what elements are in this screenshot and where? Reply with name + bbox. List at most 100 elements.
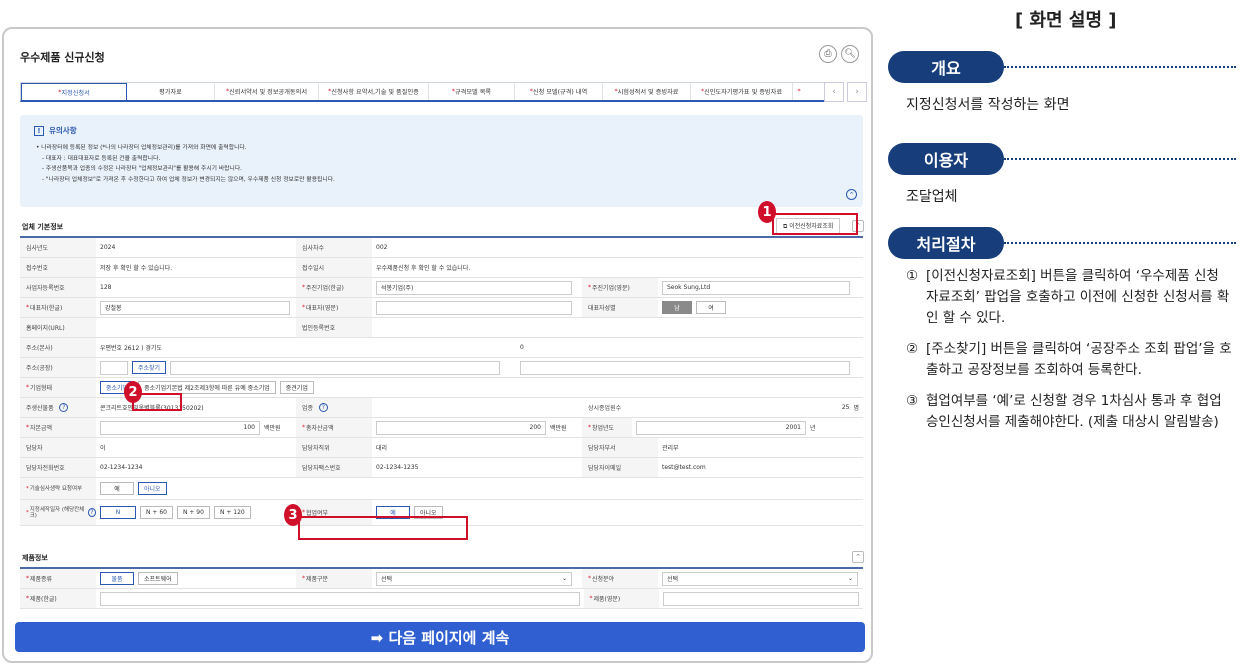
category-select[interactable]: 선택 ⌄: [376, 571, 572, 586]
category-value: 선택: [381, 576, 393, 583]
tab-label: 신뢰서약서 및 정보공개동의서: [229, 89, 308, 96]
help-icon[interactable]: ?: [87, 508, 96, 517]
required-mark: *: [589, 595, 593, 602]
help-icon[interactable]: ?: [59, 403, 69, 412]
user-text: 조달업체: [906, 189, 958, 205]
tab-model-list[interactable]: * 규격모델 목록: [429, 83, 515, 100]
year-label: 심사년도: [20, 238, 96, 257]
manager-fax-label: 담당자팩스번호: [296, 458, 372, 477]
tab-evaluation[interactable]: 평가자료: [127, 83, 215, 100]
homepage-value: [96, 318, 296, 337]
label-text: 주생산물품: [26, 405, 54, 412]
collapse-product-icon[interactable]: ⌃: [852, 551, 864, 563]
required-mark: *: [588, 424, 591, 431]
tech-review-label: * 기술심사생략 요청여부: [20, 478, 96, 499]
tab-application[interactable]: * 지정신청서: [21, 83, 127, 100]
manager-phone-label: 담당자전화번호: [20, 458, 96, 477]
callout-box-1: [772, 213, 858, 235]
addr-factory-label: 주소(공장): [20, 358, 96, 377]
addr-hq-value: 우편번호 2612 ) 경기도: [100, 345, 162, 352]
required-mark: *: [26, 384, 29, 391]
table-row: 주소(공장) 주소찾기: [20, 358, 863, 378]
tab-label: 신인도자기평가표 및 증빙자료: [704, 89, 783, 96]
tab-overflow[interactable]: *: [793, 83, 805, 100]
label-text: 업종: [302, 405, 314, 412]
category-label: * 제품구분: [296, 569, 372, 588]
founded-field[interactable]: 2001: [636, 420, 806, 435]
required-mark: *: [26, 595, 29, 602]
table-row: * 기술심사생략 요청여부 예 아니오: [20, 478, 863, 500]
designation-120-button[interactable]: N + 120: [213, 506, 251, 519]
tech-review-yes-button[interactable]: 예: [100, 482, 134, 495]
designation-60-button[interactable]: N + 60: [140, 506, 173, 519]
help-icon[interactable]: ?: [318, 403, 328, 412]
field-value: 선택: [667, 576, 679, 583]
main-product-value: 콘크리트호안및옹벽블록(3013150202): [100, 405, 204, 412]
type-medium-button[interactable]: 중견기업: [279, 381, 314, 394]
label-text: 기술심사생략 요청여부: [29, 485, 83, 492]
tab-label: 신청 모델(규격) 내역: [532, 89, 588, 96]
chevron-down-icon: ⌄: [561, 575, 567, 582]
search-icon[interactable]: 🔍︎: [841, 45, 859, 63]
receipt-date-label: 접수일시: [296, 258, 372, 277]
main-co-ko-field[interactable]: 석봉기업(주): [376, 280, 572, 295]
addr-factory-field[interactable]: [170, 360, 501, 375]
table-row: * 제품(한글) * 제품(영문): [20, 589, 863, 609]
print-icon[interactable]: ⎙: [819, 45, 837, 63]
chevron-down-icon: ⌄: [847, 575, 853, 582]
type-software-button[interactable]: 소프트웨어: [138, 572, 178, 585]
notice-box: ! 유의사항 • 나라장터에 등록된 정보 (*나의 나라장터 업체정보관리)를…: [20, 115, 863, 207]
ceo-ko-field[interactable]: 강철봉: [100, 300, 290, 315]
tab-label: 지정신청서: [61, 89, 90, 97]
capital-field[interactable]: 100: [100, 420, 260, 435]
name-ko-field[interactable]: [99, 591, 580, 606]
manager-title-label: 담당자직위: [296, 438, 372, 457]
main-co-en-field[interactable]: Seok Sung,Ltd: [662, 280, 850, 295]
label-text: 주진기업(한글): [306, 285, 344, 292]
gender-female-button[interactable]: 여: [696, 301, 726, 314]
label-text: 제품종류: [30, 576, 53, 583]
manager-phone-value: 02-1234-1234: [100, 464, 143, 471]
label-text: 대표자(영문): [306, 305, 339, 312]
type-goods-button[interactable]: 물품: [100, 572, 134, 585]
designation-90-button[interactable]: N + 90: [176, 506, 210, 519]
company-grid: 심사년도 2024 심사차수 002 접수번호 저장 후 확인 할 수 있습니다…: [20, 236, 863, 526]
round-value: 002: [376, 244, 388, 251]
ceo-en-field[interactable]: [376, 300, 572, 315]
required-mark: *: [26, 575, 29, 582]
tab-credibility[interactable]: * 신인도자기평가표 및 증빙자료: [691, 83, 793, 100]
overview-text: 지정신청서를 작성하는 화면: [906, 97, 1070, 113]
tab-prev-button[interactable]: ‹: [824, 82, 844, 102]
ceo-ko-label: * 대표자(한글): [20, 298, 96, 317]
list-item: ① [이전신청자료조회] 버튼을 클릭하여 ‘우수제품 신청 자료조회’ 팝업을 …: [906, 266, 1234, 329]
product-section-title: 제품정보: [22, 554, 48, 562]
collapse-notice-icon[interactable]: ⌃: [846, 189, 857, 200]
total-assets-field[interactable]: 200: [376, 420, 546, 435]
total-assets-unit: 백만원: [550, 425, 567, 432]
panel-title: [ 화면 설명 ]: [1015, 10, 1117, 31]
zip-field[interactable]: [100, 360, 128, 375]
founded-label: * 창업년도: [582, 418, 632, 437]
field-select[interactable]: 선택 ⌄: [662, 571, 858, 586]
manager-fax-value: 02-1234-1235: [376, 464, 419, 471]
tab-next-button[interactable]: ›: [847, 82, 867, 102]
required-mark: *: [26, 485, 29, 492]
notice-title-text: 유의사항: [49, 126, 77, 135]
name-en-field[interactable]: [663, 591, 859, 606]
tab-pledge[interactable]: * 신뢰서약서 및 정보공개동의서: [215, 83, 319, 100]
required-mark: *: [588, 575, 591, 582]
table-row: 담당자전화번호 02-1234-1234 담당자팩스번호 02-1234-123…: [20, 458, 863, 478]
designation-label: * 지정세작일자 (해당칸체크) ?: [20, 500, 96, 525]
addr-factory-detail-field[interactable]: [520, 360, 850, 375]
tab-test-report[interactable]: * 시험성적서 및 증빙자료: [603, 83, 691, 100]
tab-summary[interactable]: * 신청사항 요약서,기술 및 품질인증: [319, 83, 429, 100]
gender-male-button[interactable]: 남: [662, 301, 692, 314]
tech-review-no-button[interactable]: 아니오: [138, 482, 167, 495]
table-row: * 대표자(한글) 강철봉 * 대표자(영문) 대표자성별 남 여: [20, 298, 863, 318]
table-row: 주소(본사) 우편번호 2612 ) 경기도 0: [20, 338, 863, 358]
designation-n-button[interactable]: N: [100, 506, 136, 519]
tab-model-detail[interactable]: * 신청 모델(규격) 내역: [515, 83, 603, 100]
biz-no-value: 128: [100, 284, 112, 291]
employees-value: 25: [841, 404, 850, 411]
address-search-button[interactable]: 주소찾기: [132, 361, 167, 374]
